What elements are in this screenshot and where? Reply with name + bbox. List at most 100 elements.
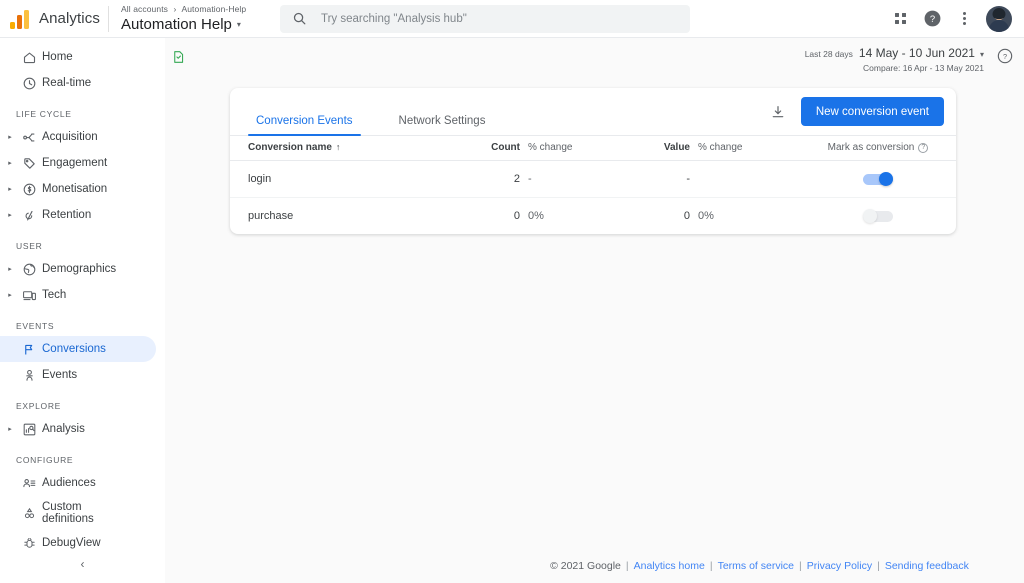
sidebar-item-custom-definitions[interactable]: ▸ Custom definitions [0,496,156,530]
sidebar-item-retention[interactable]: ▸ Retention [0,202,156,228]
chevron-down-icon: ▾ [979,50,984,59]
brand-label: Analytics [39,10,100,27]
search-box[interactable] [280,4,690,33]
sidebar-item-real-time[interactable]: ▸ Real-time [0,70,156,96]
sidebar-item-conversions[interactable]: ▸ Conversions [0,336,156,362]
sidebar-item-label: Real-time [42,76,92,89]
expand-arrow[interactable]: ▸ [4,160,16,167]
content-header: Last 28 days 14 May - 10 Jun 2021 ▾ Comp… [165,38,1024,78]
breadcrumb-root[interactable]: All accounts [121,4,168,14]
column-header-count-change[interactable]: % change [520,136,630,161]
sidebar-item-label: DebugView [42,536,101,549]
sidebar-item-engagement[interactable]: ▸ Engagement [0,150,156,176]
footer-link-sending-feedback[interactable]: Sending feedback [885,560,969,572]
column-header-conversion-name[interactable]: Conversion name ↑ [230,136,462,161]
sort-ascending-icon: ↑ [335,142,341,152]
breadcrumb: All accounts › Automation-Help [121,4,271,15]
expand-arrow[interactable]: ▸ [4,186,16,193]
sidebar-item-audiences[interactable]: ▸ Audiences [0,470,156,496]
download-icon[interactable] [765,99,791,125]
apps-grid-icon[interactable] [886,5,914,33]
column-header-value-change[interactable]: % change [690,136,800,161]
card-actions: New conversion event [765,97,944,126]
column-label: Mark as conversion [827,142,915,153]
footer-link-privacy-policy[interactable]: Privacy Policy [807,560,872,572]
dollar-circle-icon [16,182,42,197]
column-header-value[interactable]: Value [630,136,690,161]
property-name[interactable]: Automation Help ▾ [121,15,271,34]
help-icon[interactable]: ? [918,142,929,153]
cell-mark-as-conversion [800,198,956,235]
footer-separator: | [877,560,880,572]
debug-icon [16,536,42,551]
sidebar-item-label: Home [42,50,73,63]
sidebar-section-configure: CONFIGURE [16,455,74,465]
tag-icon [16,156,42,171]
new-conversion-event-button[interactable]: New conversion event [800,97,944,126]
sidebar-section-life-cycle: LIFE CYCLE [16,109,72,119]
sidebar-item-tech[interactable]: ▸ Tech [0,282,156,308]
copyright-label: © 2021 Google [550,560,621,572]
search-input[interactable] [319,11,659,26]
analytics-logo-icon [10,9,32,29]
date-range-selector[interactable]: Last 28 days 14 May - 10 Jun 2021 ▾ Comp… [805,46,984,73]
help-circle-icon[interactable]: ? [997,48,1013,64]
document-check-icon [171,49,186,70]
sidebar-item-label: Conversions [42,342,106,355]
events-icon [16,368,42,383]
more-vertical-icon[interactable] [950,5,978,33]
sidebar-item-monetisation[interactable]: ▸ Monetisation [0,176,156,202]
mark-as-conversion-toggle[interactable] [863,172,893,186]
column-header-mark-as-conversion: Mark as conversion? [800,136,956,161]
tab-network-settings[interactable]: Network Settings [391,115,494,136]
sidebar-collapse-button[interactable]: ‹ [0,551,165,577]
globe-icon [16,262,42,277]
tab-label: Conversion Events [256,115,353,127]
acquisition-branch-icon [16,130,42,145]
cell-value: - [630,160,690,198]
column-label: Conversion name [248,142,332,153]
date-range-value: 14 May - 10 Jun 2021 [858,46,975,60]
footer-separator: | [799,560,802,572]
analytics-logo-link[interactable]: Analytics [0,9,100,29]
sidebar-item-events[interactable]: ▸ Events [0,362,156,388]
property-name-label: Automation Help [121,15,232,33]
breadcrumb-current[interactable]: Automation-Help [181,4,246,14]
property-selector[interactable]: All accounts › Automation-Help Automatio… [121,4,271,34]
header-divider [108,5,109,32]
analysis-icon [16,422,42,437]
sidebar-section-user: USER [16,241,43,251]
sidebar-item-home[interactable]: ▸ Home [0,44,156,70]
sidebar-item-label: Tech [42,288,67,301]
cell-conversion-name: login [230,160,462,198]
custom-definitions-icon [16,506,42,521]
expand-arrow[interactable]: ▸ [4,212,16,219]
clock-icon [16,76,42,91]
footer-link-analytics-home[interactable]: Analytics home [634,560,705,572]
date-compare-label: Compare: 16 Apr - 13 May 2021 [863,63,984,73]
tab-conversion-events[interactable]: Conversion Events [248,115,361,136]
expand-arrow[interactable]: ▸ [4,134,16,141]
help-circle-icon[interactable]: ? [918,5,946,33]
expand-arrow[interactable]: ▸ [4,266,16,273]
sidebar-item-label: Demographics [42,262,117,275]
footer-link-terms-of-service[interactable]: Terms of service [718,560,794,572]
footer: © 2021 Google | Analytics home | Terms o… [330,549,1024,583]
mark-as-conversion-toggle[interactable] [863,209,893,223]
sidebar-item-label: Custom definitions [42,501,94,525]
sidebar-item-acquisition[interactable]: ▸ Acquisition [0,124,156,150]
footer-separator: | [625,560,629,572]
sidebar-item-label: Audiences [42,476,96,489]
expand-arrow[interactable]: ▸ [4,426,16,433]
sidebar-item-demographics[interactable]: ▸ Demographics [0,256,156,282]
devices-icon [16,288,42,303]
sidebar-item-label: Events [42,368,78,381]
expand-arrow[interactable]: ▸ [4,292,16,299]
sidebar-item-analysis[interactable]: ▸ Analysis [0,416,156,442]
flag-icon [16,342,42,357]
audiences-icon [16,476,42,491]
conversion-events-table: Conversion name ↑ Count % change Value % … [230,136,956,234]
date-range-preset-label: Last 28 days [804,49,853,59]
column-header-count[interactable]: Count [462,136,520,161]
avatar[interactable] [986,5,1012,32]
